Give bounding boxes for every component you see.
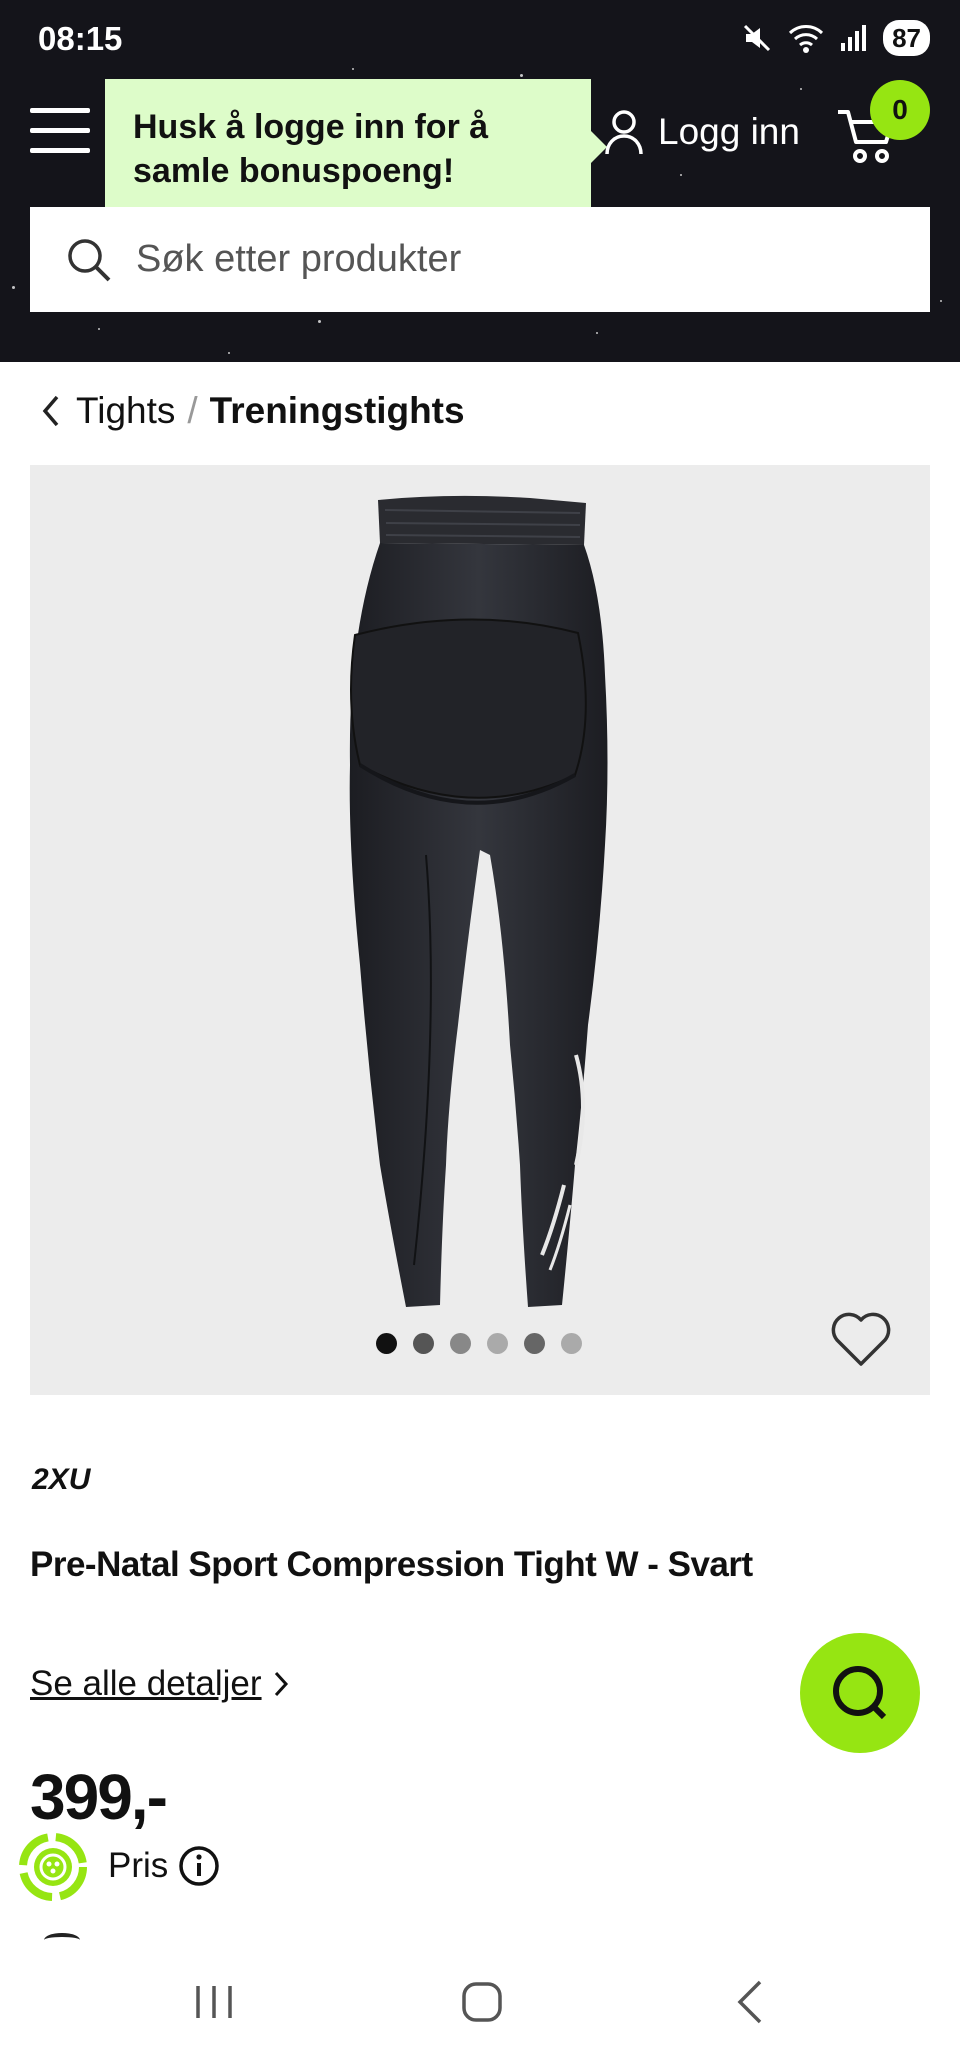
carousel-dot[interactable] [413, 1333, 434, 1354]
search-icon [68, 238, 111, 281]
breadcrumb-current: Treningstights [209, 390, 465, 431]
product-title: Pre-Natal Sport Compression Tight W - Sv… [30, 1545, 753, 1584]
back-icon[interactable] [722, 1972, 782, 2032]
login-button[interactable]: Logg inn [604, 104, 800, 160]
login-label: Logg inn [658, 111, 800, 152]
chevron-right-icon [274, 1671, 288, 1697]
price-label: Pris [108, 1845, 220, 1887]
menu-icon [30, 108, 90, 113]
carousel-dot[interactable] [487, 1333, 508, 1354]
wifi-icon [789, 25, 824, 53]
signal-icon [841, 25, 867, 51]
system-nav-bar [0, 1942, 960, 2059]
chevron-left-icon[interactable] [40, 393, 62, 429]
breadcrumb: Tights / Treningstights [40, 387, 465, 435]
recent-apps-icon[interactable] [184, 1972, 244, 2032]
mute-icon [744, 24, 771, 52]
battery-level: 87 [883, 20, 930, 56]
search-input[interactable] [134, 237, 898, 282]
brand-logo[interactable]: 2XU [30, 1464, 156, 1494]
product-photo [349, 495, 608, 1307]
carousel-dot[interactable] [561, 1333, 582, 1354]
carousel-dot[interactable] [524, 1333, 545, 1354]
heart-icon[interactable] [830, 1310, 892, 1368]
user-icon [605, 110, 643, 155]
price-label-text: Pris [108, 1846, 169, 1885]
breadcrumb-separator: / [187, 390, 198, 431]
product-price: 399,- [30, 1761, 168, 1833]
status-bar: 08:15 87 [0, 0, 960, 66]
details-link-label: Se alle detaljer [30, 1664, 262, 1703]
image-pagination [376, 1333, 582, 1354]
carousel-dot[interactable] [376, 1333, 397, 1354]
search-bar[interactable] [30, 207, 930, 312]
login-reminder-tooltip[interactable]: Husk å logge inn for å samle bonuspoeng! [105, 79, 607, 228]
product-image-carousel[interactable] [30, 465, 930, 1395]
see-all-details-link[interactable]: Se alle detaljer [30, 1664, 290, 1704]
cart-count-badge[interactable]: 0 [870, 80, 930, 140]
home-icon[interactable] [452, 1972, 512, 2032]
menu-button[interactable] [30, 108, 90, 154]
chat-icon [833, 1666, 887, 1720]
info-icon[interactable] [178, 1845, 220, 1887]
breadcrumb-parent-link[interactable]: Tights [76, 390, 175, 432]
chat-button[interactable] [800, 1633, 920, 1753]
status-icons: 87 [741, 18, 930, 58]
carousel-dot[interactable] [450, 1333, 471, 1354]
brand-text: 2XU [31, 1464, 92, 1494]
loyalty-icon[interactable] [18, 1832, 88, 1902]
status-time: 08:15 [38, 20, 123, 57]
